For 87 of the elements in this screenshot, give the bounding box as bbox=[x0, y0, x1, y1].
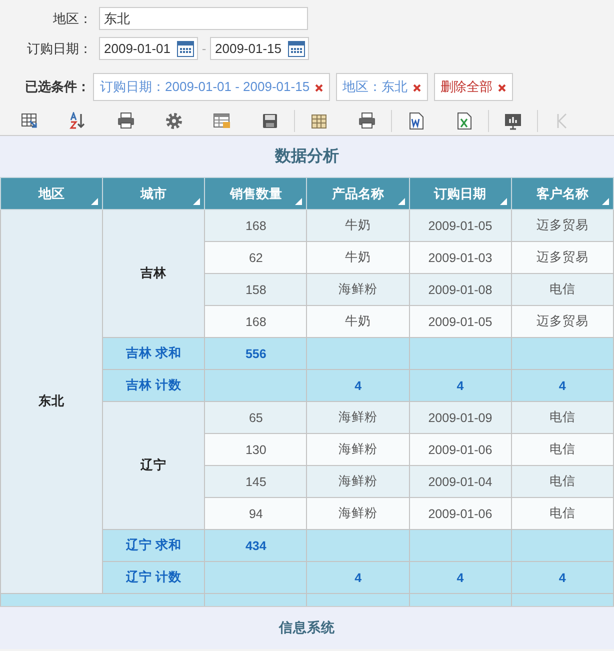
printer-icon[interactable] bbox=[117, 112, 135, 130]
table-cell: 牛奶 bbox=[306, 210, 410, 242]
city-cell: 吉林 bbox=[102, 210, 205, 338]
table-cell: 158 bbox=[204, 274, 307, 306]
printer-icon[interactable] bbox=[358, 112, 376, 130]
table-cell: 2009-01-03 bbox=[409, 242, 512, 274]
word-document-icon[interactable] bbox=[407, 112, 425, 130]
field-label: 已选条件： bbox=[24, 78, 90, 96]
column-header[interactable]: 产品名称 bbox=[306, 178, 410, 210]
table-cell: 电信 bbox=[511, 466, 614, 498]
settings-icon[interactable] bbox=[165, 112, 183, 130]
table-cell: 94 bbox=[204, 498, 307, 530]
sort-icon[interactable] bbox=[602, 198, 609, 205]
filter-chip[interactable]: 地区：东北 bbox=[336, 73, 428, 101]
table-arrow-icon[interactable] bbox=[21, 112, 39, 130]
table-cell: 电信 bbox=[511, 274, 614, 306]
table-cell: 62 bbox=[204, 242, 307, 274]
table-cell: 电信 bbox=[511, 498, 614, 530]
region-cell: 东北 bbox=[0, 210, 103, 594]
chart-icon[interactable] bbox=[504, 112, 522, 130]
date-field[interactable]: 2009-01-15 bbox=[210, 37, 309, 60]
column-header[interactable]: 城市 bbox=[102, 178, 205, 210]
table-cell: 2009-01-04 bbox=[409, 466, 512, 498]
table-cell: 迈多贸易 bbox=[511, 306, 614, 338]
remove-icon[interactable] bbox=[314, 84, 323, 92]
field-label: 订购日期： bbox=[26, 40, 92, 58]
summary-value: 4 bbox=[306, 562, 410, 594]
table-cell: 牛奶 bbox=[306, 242, 410, 274]
table-cell: 2009-01-05 bbox=[409, 306, 512, 338]
column-header[interactable]: 销售数量 bbox=[204, 178, 307, 210]
summary-value: 434 bbox=[204, 530, 307, 562]
report-title: 数据分析 bbox=[0, 135, 614, 177]
summary-value: 4 bbox=[511, 370, 614, 402]
table-cell: 海鲜粉 bbox=[306, 434, 410, 466]
table-cell: 迈多贸易 bbox=[511, 210, 614, 242]
table-cell: 2009-01-06 bbox=[409, 434, 512, 466]
column-header[interactable]: 地区 bbox=[0, 178, 103, 210]
table-cell: 130 bbox=[204, 434, 307, 466]
summary-label: 辽宁 求和 bbox=[102, 530, 205, 562]
calendar-icon[interactable] bbox=[288, 40, 305, 56]
sort-icon[interactable] bbox=[295, 198, 302, 205]
column-header[interactable]: 订购日期 bbox=[409, 178, 512, 210]
table-cell: 海鲜粉 bbox=[306, 466, 410, 498]
summary-value: 4 bbox=[409, 370, 512, 402]
column-header[interactable]: 客户名称 bbox=[511, 178, 614, 210]
sort-icon[interactable] bbox=[91, 198, 98, 205]
clear-all-button[interactable]: 删除全部 bbox=[434, 73, 513, 101]
field-label: 地区： bbox=[52, 10, 92, 28]
table-cell: 海鲜粉 bbox=[306, 402, 410, 434]
summary-value: 556 bbox=[204, 338, 307, 370]
excel-document-icon[interactable] bbox=[455, 112, 473, 130]
table-cell: 电信 bbox=[511, 402, 614, 434]
building-icon[interactable] bbox=[310, 112, 328, 130]
table-cell: 2009-01-08 bbox=[409, 274, 512, 306]
footer-title: 信息系统 bbox=[0, 606, 614, 649]
table-cell: 海鲜粉 bbox=[306, 498, 410, 530]
range-separator: - bbox=[200, 41, 208, 56]
table-cell: 迈多贸易 bbox=[511, 242, 614, 274]
summary-value: 4 bbox=[409, 562, 512, 594]
sort-icon[interactable] bbox=[500, 198, 507, 205]
calendar-icon[interactable] bbox=[177, 40, 194, 56]
table-cell: 牛奶 bbox=[306, 306, 410, 338]
save-icon[interactable] bbox=[261, 112, 279, 130]
summary-label: 吉林 求和 bbox=[102, 338, 205, 370]
summary-label: 辽宁 计数 bbox=[102, 562, 205, 594]
city-cell: 辽宁 bbox=[102, 402, 205, 530]
region-field[interactable]: 东北 bbox=[99, 7, 308, 30]
table-cell: 168 bbox=[204, 306, 307, 338]
table-cell: 145 bbox=[204, 466, 307, 498]
summary-value: 4 bbox=[511, 562, 614, 594]
remove-icon[interactable] bbox=[498, 84, 506, 92]
table-icon[interactable] bbox=[213, 112, 231, 130]
summary-label: 吉林 计数 bbox=[102, 370, 205, 402]
table-cell: 2009-01-09 bbox=[409, 402, 512, 434]
filter-chip[interactable]: 订购日期：2009-01-01 - 2009-01-15 bbox=[93, 73, 330, 101]
remove-icon[interactable] bbox=[412, 84, 421, 92]
date-field[interactable]: 2009-01-01 bbox=[99, 37, 198, 60]
table-cell: 电信 bbox=[511, 434, 614, 466]
sort-icon[interactable] bbox=[398, 198, 405, 205]
sort-icon[interactable] bbox=[69, 112, 87, 130]
table-cell: 2009-01-05 bbox=[409, 210, 512, 242]
table-cell: 海鲜粉 bbox=[306, 274, 410, 306]
sort-icon[interactable] bbox=[193, 198, 200, 205]
summary-value: 4 bbox=[306, 370, 410, 402]
table-cell: 168 bbox=[204, 210, 307, 242]
table-cell: 2009-01-06 bbox=[409, 498, 512, 530]
table-cell: 65 bbox=[204, 402, 307, 434]
